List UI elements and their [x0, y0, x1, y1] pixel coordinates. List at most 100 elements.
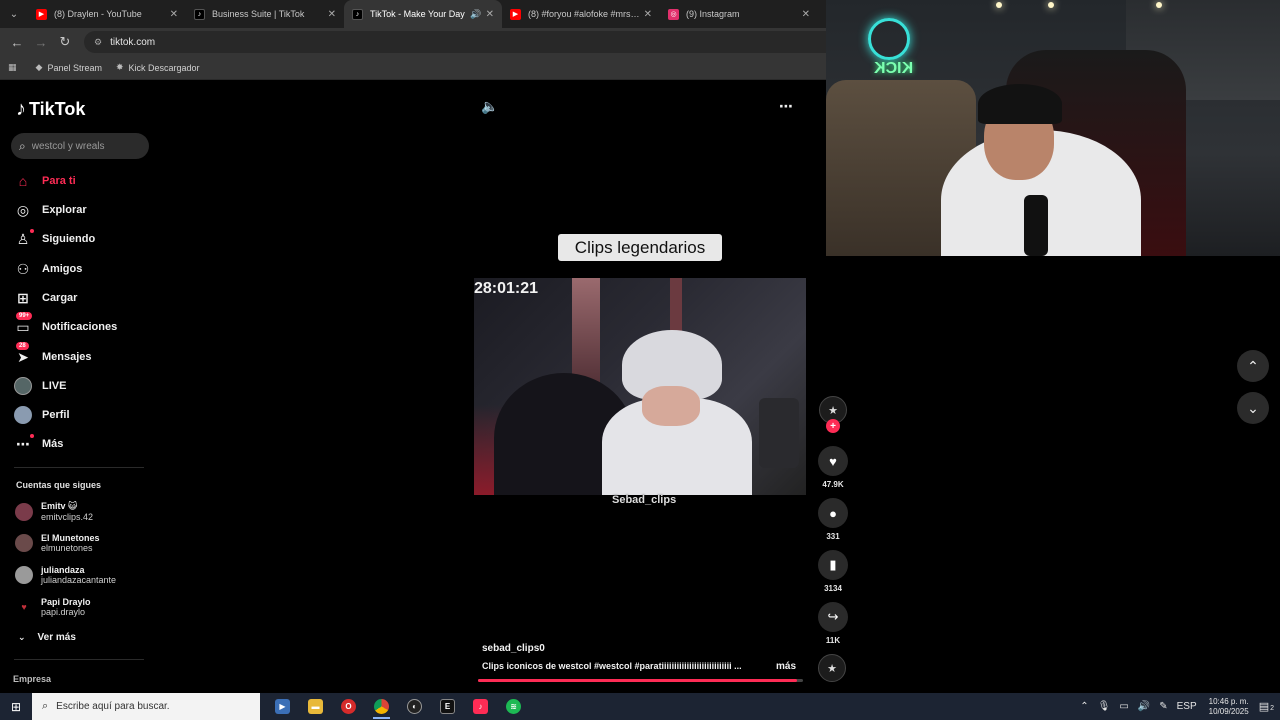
- tab-label: (9) Instagram: [686, 9, 740, 19]
- compass-icon: ◎: [16, 201, 30, 218]
- obs-icon: ◐: [407, 699, 422, 714]
- taskbar-app-tiktok[interactable]: ♪: [464, 693, 497, 720]
- save-button[interactable]: ▮ 3134: [816, 550, 850, 593]
- browser-tab-youtube[interactable]: ▶ (8) Draylen - YouTube ✕: [28, 0, 186, 28]
- webcam-scene: [1024, 195, 1048, 256]
- nav-mensajes[interactable]: ➤ 28 Mensajes: [14, 342, 92, 369]
- address-bar[interactable]: ⚙ tiktok.com: [84, 31, 844, 53]
- tab-close-icon[interactable]: ✕: [170, 9, 178, 20]
- nav-explorar[interactable]: ◎ Explorar: [14, 198, 87, 222]
- search-box[interactable]: ⌕: [11, 133, 149, 159]
- nav-cargar[interactable]: ⊞ Cargar: [14, 286, 77, 310]
- save-count: 3134: [824, 584, 842, 593]
- input-language[interactable]: ESP: [1177, 701, 1197, 712]
- like-button[interactable]: ♥ 47.9K: [816, 446, 850, 489]
- tiktok-icon: ♪: [473, 699, 488, 714]
- following-account[interactable]: juliandaza juliandazacantante: [15, 565, 116, 585]
- back-arrow-icon[interactable]: ←: [6, 31, 28, 53]
- taskbar-clock[interactable]: 10:46 p. m. 10/09/2025: [1209, 697, 1249, 717]
- nav-label: Mensajes: [42, 351, 92, 363]
- chevron-down-icon: ⌄: [1247, 399, 1259, 416]
- account-user: papi.draylo: [41, 607, 86, 617]
- volume-icon[interactable]: 🔈: [481, 98, 498, 115]
- notification-count: 2: [1270, 705, 1274, 712]
- next-video-button[interactable]: ⌄: [1237, 392, 1269, 424]
- share-button[interactable]: ↪ 11K: [816, 602, 850, 645]
- search-icon[interactable]: ⌕: [19, 139, 26, 154]
- video-author[interactable]: sebad_clips0: [482, 643, 545, 654]
- taskbar-app-epic[interactable]: E: [431, 693, 464, 720]
- forward-arrow-icon[interactable]: →: [30, 31, 52, 53]
- tab-close-icon[interactable]: ✕: [802, 9, 810, 20]
- nav-siguiendo[interactable]: ♙ Siguiendo: [14, 227, 95, 251]
- windows-start-icon[interactable]: ⊞: [0, 693, 32, 720]
- comment-count: 331: [826, 532, 840, 541]
- more-description-button[interactable]: más: [776, 661, 796, 672]
- windows-taskbar: ⊞ ⌕ Escribe aquí para buscar. ▶ ▬ O ◐ E …: [0, 693, 1280, 720]
- video-player[interactable]: 28:01:21: [474, 278, 806, 495]
- nav-live[interactable]: LIVE: [14, 374, 66, 398]
- tab-search-menu-icon[interactable]: ⌄: [0, 0, 28, 28]
- browser-tab-tiktok[interactable]: ♪ TikTok - Make Your Day 🔊 ✕: [344, 0, 502, 28]
- notification-center-icon[interactable]: ▤2: [1259, 700, 1274, 713]
- taskbar-app-explorer[interactable]: ▬: [299, 693, 332, 720]
- tiktok-favicon-icon: ♪: [352, 8, 363, 20]
- taskbar-search[interactable]: ⌕ Escribe aquí para buscar.: [32, 693, 260, 720]
- nav-label: Cargar: [42, 292, 78, 304]
- nav-amigos[interactable]: ⚇ Amigos: [14, 257, 83, 281]
- following-account[interactable]: Emitv 😺 emitvclips.42: [15, 501, 93, 522]
- kick-neon-logo: [868, 18, 910, 60]
- microphone-icon[interactable]: 🎙: [1098, 701, 1111, 712]
- account-name: Papi Draylo: [41, 597, 91, 607]
- reload-icon[interactable]: ↻: [54, 31, 76, 53]
- nav-mas[interactable]: ⋯ Más: [14, 432, 63, 456]
- apps-grid-icon[interactable]: ▦: [8, 62, 22, 73]
- browser-tab-youtube-foryou[interactable]: ▶ (8) #foryou #alofoke #mrstiven... ✕: [502, 0, 660, 28]
- tab-label: (8) Draylen - YouTube: [54, 9, 142, 19]
- follow-plus-icon[interactable]: +: [826, 419, 840, 433]
- browser-tab-instagram[interactable]: ◎ (9) Instagram ✕: [660, 0, 818, 28]
- webcam-scene: [996, 2, 1002, 8]
- sound-disc-icon[interactable]: ★: [818, 654, 846, 682]
- speaker-icon[interactable]: 🔊: [1138, 701, 1150, 712]
- network-icon[interactable]: ▭: [1119, 701, 1128, 712]
- nav-label: Para ti: [42, 175, 76, 187]
- nav-perfil[interactable]: Perfil: [14, 403, 70, 427]
- video-progress-bar[interactable]: [478, 679, 803, 682]
- tiktok-logo[interactable]: ♪ TikTok: [16, 98, 85, 121]
- taskbar-app-chrome[interactable]: [365, 693, 398, 720]
- messages-icon: ➤ 28: [16, 342, 29, 365]
- bookmark-icon: ▮: [818, 550, 848, 580]
- pen-icon[interactable]: ✎: [1159, 701, 1167, 712]
- following-account[interactable]: ♥ Papi Draylo papi.draylo: [15, 597, 91, 617]
- avatar: ♥: [15, 598, 33, 616]
- taskbar-app-spotify[interactable]: ≋: [497, 693, 530, 720]
- taskbar-app-opera[interactable]: O: [332, 693, 365, 720]
- nav-para-ti[interactable]: ⌂ Para ti: [14, 169, 76, 193]
- nav-notificaciones[interactable]: ▭ 99+ Notificaciones: [14, 312, 117, 339]
- site-info-icon[interactable]: ⚙: [94, 37, 102, 48]
- comment-button[interactable]: ● 331: [816, 498, 850, 541]
- creator-avatar-button[interactable]: ★ +: [816, 396, 850, 433]
- bookmark-panel-stream[interactable]: ◆ Panel Stream: [36, 62, 102, 73]
- avatar: [15, 566, 33, 584]
- following-account[interactable]: El Munetones elmunetones: [15, 533, 100, 553]
- bookmark-kick-descargador[interactable]: ✸ Kick Descargador: [116, 62, 200, 73]
- tab-audio-icon[interactable]: 🔊: [470, 9, 481, 20]
- more-options-icon[interactable]: ⋯: [779, 98, 793, 115]
- tab-close-icon[interactable]: ✕: [644, 9, 652, 20]
- opera-icon: O: [341, 699, 356, 714]
- see-more-button[interactable]: ⌄ Ver más: [18, 632, 76, 643]
- video-scene: [759, 398, 799, 468]
- tab-close-icon[interactable]: ✕: [328, 9, 336, 20]
- bookmark-label: Panel Stream: [47, 62, 102, 73]
- company-link[interactable]: Empresa: [13, 674, 51, 684]
- tray-chevron-up-icon[interactable]: ⌃: [1080, 701, 1088, 712]
- avatar: [15, 534, 33, 552]
- search-input[interactable]: [31, 140, 132, 152]
- taskbar-app-media[interactable]: ▶: [266, 693, 299, 720]
- tab-close-icon[interactable]: ✕: [486, 9, 494, 20]
- taskbar-app-obs[interactable]: ◐: [398, 693, 431, 720]
- previous-video-button[interactable]: ⌃: [1237, 350, 1269, 382]
- browser-tab-business-suite[interactable]: ♪ Business Suite | TikTok ✕: [186, 0, 344, 28]
